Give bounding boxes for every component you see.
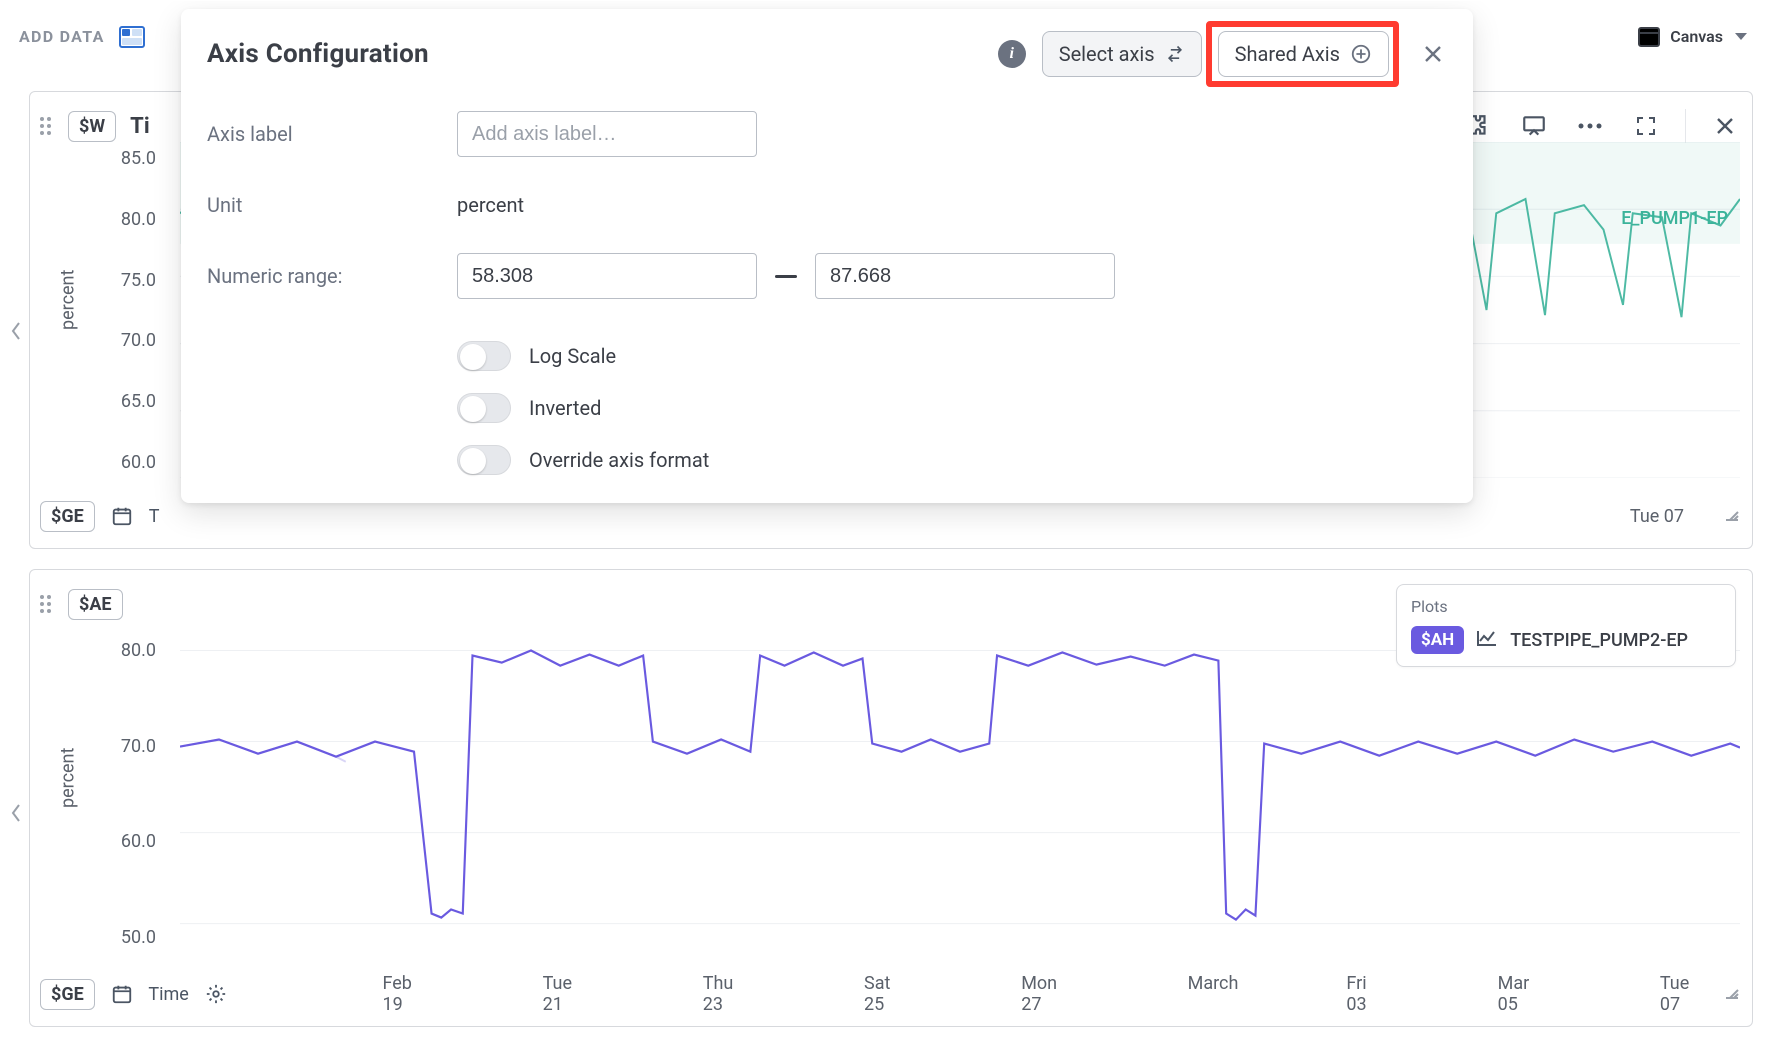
axis-label-label: Axis label — [207, 122, 457, 146]
override-format-label: Override axis format — [529, 448, 709, 472]
chevron-down-icon — [1735, 33, 1747, 40]
legend-section-label: Plots — [1411, 597, 1721, 616]
range-label: Numeric range: — [207, 264, 457, 288]
presentation-icon[interactable] — [1517, 109, 1551, 143]
layout-icon[interactable] — [119, 26, 145, 48]
card-title: Ti — [130, 114, 150, 139]
canvas-icon — [1638, 27, 1660, 47]
axis-label-input[interactable] — [457, 111, 757, 157]
log-scale-toggle[interactable] — [457, 341, 511, 371]
collapse-left-icon[interactable] — [9, 801, 23, 825]
legend-entry-teal[interactable]: E_PUMP1-EP — [1621, 208, 1728, 229]
axis-config-panel: Axis Configuration i Select axis Shared … — [181, 9, 1473, 503]
more-icon[interactable] — [1573, 109, 1607, 143]
inverted-toggle[interactable] — [457, 393, 511, 423]
close-icon[interactable] — [1419, 40, 1447, 68]
y-axis-label: percent — [58, 270, 79, 330]
range-min-input[interactable] — [457, 253, 757, 299]
unit-label: Unit — [207, 193, 457, 217]
variable-chip[interactable]: $W — [68, 111, 116, 142]
y-axis-label: percent — [58, 748, 79, 808]
canvas-dropdown[interactable]: Canvas — [1638, 27, 1747, 47]
range-dash — [775, 275, 797, 278]
plots-legend: Plots $AH TESTPIPE_PUMP2-EP — [1396, 584, 1736, 667]
chart-card-2: $AE percent 80.0 70.0 60.0 50.0 — [29, 569, 1753, 1027]
canvas-label: Canvas — [1670, 27, 1723, 46]
footer-variable-chip[interactable]: $GE — [40, 501, 95, 532]
time-label: Time — [148, 984, 188, 1005]
gear-icon[interactable] — [201, 979, 231, 1009]
log-scale-label: Log Scale — [529, 344, 616, 368]
range-max-input[interactable] — [815, 253, 1115, 299]
calendar-icon[interactable] — [107, 501, 137, 531]
legend-series-name[interactable]: TESTPIPE_PUMP2-EP — [1510, 630, 1688, 651]
line-chart-icon — [1476, 629, 1498, 651]
y-axis-ticks: 85.0 80.0 75.0 70.0 65.0 60.0 — [86, 148, 156, 473]
footer-variable-chip[interactable]: $GE — [40, 979, 95, 1010]
drag-handle-icon[interactable] — [40, 590, 54, 618]
inverted-label: Inverted — [529, 396, 601, 420]
legend-variable-chip[interactable]: $AH — [1411, 626, 1464, 654]
resize-handle-icon[interactable] — [1724, 984, 1740, 1004]
variable-chip[interactable]: $AE — [68, 589, 123, 620]
shared-axis-button[interactable]: Shared Axis — [1218, 31, 1389, 77]
panel-title: Axis Configuration — [207, 39, 429, 69]
drag-handle-icon[interactable] — [40, 112, 54, 140]
resize-handle-icon[interactable] — [1724, 506, 1740, 526]
divider — [1685, 109, 1686, 143]
override-format-toggle[interactable] — [457, 445, 511, 475]
time-prefix: T — [149, 506, 160, 527]
x-axis-ticks: Feb 19 Tue 21 Thu 23 Sat 25 Mon 27 March… — [383, 973, 1713, 1015]
collapse-left-icon[interactable] — [9, 319, 23, 343]
expand-icon[interactable] — [1629, 109, 1663, 143]
y-axis-ticks: 80.0 70.0 60.0 50.0 — [86, 640, 156, 948]
close-icon[interactable] — [1708, 109, 1742, 143]
swap-icon — [1165, 44, 1185, 64]
plus-circle-icon — [1350, 43, 1372, 65]
select-axis-button[interactable]: Select axis — [1042, 31, 1202, 77]
add-data-button[interactable]: ADD DATA — [19, 27, 105, 46]
x-tick-right: Tue 07 — [1630, 506, 1684, 527]
info-icon[interactable]: i — [998, 40, 1026, 68]
calendar-icon[interactable] — [107, 979, 137, 1009]
unit-value: percent — [457, 193, 1447, 217]
